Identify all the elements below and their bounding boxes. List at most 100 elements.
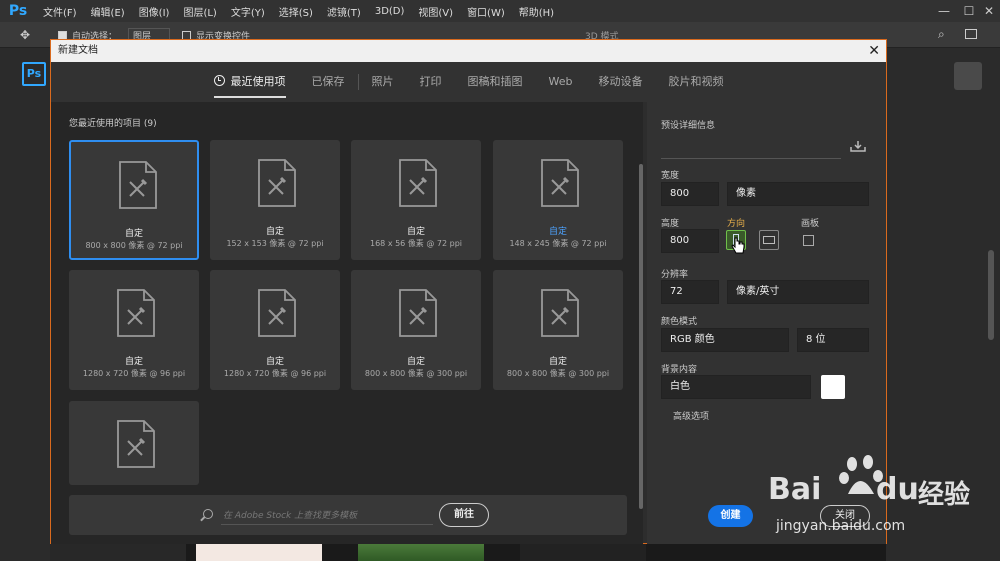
tools-panel — [0, 48, 50, 561]
watermark-cn: 经验 — [918, 480, 971, 510]
preset-name: 自定 — [265, 357, 284, 367]
document-icon — [119, 161, 157, 209]
tab-print[interactable]: 打印 — [407, 62, 455, 102]
home-button[interactable] — [954, 62, 982, 90]
document-icon — [117, 420, 155, 468]
new-document-dialog: 新建文档 ✕ 最近使用项 已保存 照片 打印 图稿和插图 Web 移动设备 胶片… — [50, 39, 887, 544]
tab-web[interactable]: Web — [536, 62, 586, 102]
preset-name: 自定 — [124, 229, 143, 239]
photoshop-logo: Ps — [8, 3, 28, 19]
save-preset-icon[interactable] — [850, 140, 866, 152]
background-color-swatch[interactable] — [821, 375, 845, 399]
menu-edit[interactable]: 编辑(E) — [84, 4, 132, 19]
menu-view[interactable]: 视图(V) — [411, 4, 460, 19]
menu-3d[interactable]: 3D(D) — [368, 6, 412, 17]
menu-bar: Ps 文件(F) 编辑(E) 图像(I) 图层(L) 文字(Y) 选择(S) 滤… — [0, 0, 1000, 22]
search-icon — [203, 509, 213, 519]
document-icon — [258, 289, 296, 337]
recent-preset-card[interactable]: 自定 152 x 153 像素 @ 72 ppi — [210, 140, 340, 260]
stock-search-bar: 在 Adobe Stock 上查找更多模板 前往 — [69, 495, 627, 535]
create-button[interactable]: 创建 — [708, 505, 753, 527]
width-unit-select[interactable]: 像素 — [727, 182, 869, 206]
preset-name: 自定 — [406, 357, 425, 367]
dialog-title: 新建文档 — [51, 40, 886, 62]
tab-film[interactable]: 胶片和视频 — [655, 62, 736, 102]
preset-size: 152 x 153 像素 @ 72 ppi — [226, 239, 324, 248]
preset-name: 自定 — [406, 227, 425, 237]
tab-photo[interactable]: 照片 — [359, 62, 407, 102]
menu-window[interactable]: 窗口(W) — [460, 4, 512, 19]
landscape-orientation-button[interactable] — [759, 230, 779, 250]
menu-help[interactable]: 帮助(H) — [512, 4, 561, 19]
search-tool-icon[interactable]: ⌕ — [938, 27, 945, 42]
height-input[interactable]: 800 — [661, 229, 719, 253]
preset-tabs: 最近使用项 已保存 照片 打印 图稿和插图 Web 移动设备 胶片和视频 — [51, 62, 886, 102]
resolution-unit-select[interactable]: 像素/英寸 — [727, 280, 869, 304]
preset-size: 800 x 800 像素 @ 72 ppi — [85, 241, 183, 250]
minimize-icon[interactable]: — — [930, 0, 958, 22]
panel-scrollbar[interactable] — [988, 250, 994, 340]
document-icon — [399, 159, 437, 207]
recent-preset-card[interactable]: 自定 148 x 245 像素 @ 72 ppi — [493, 140, 623, 260]
baidu-watermark: Bai du 经验 jingyan.baidu.com — [768, 452, 1000, 561]
width-label: 宽度 — [661, 171, 680, 181]
recent-preset-card[interactable]: 自定 800 x 800 像素 @ 72 ppi — [69, 140, 199, 260]
recent-preset-card[interactable] — [69, 401, 199, 485]
menu-layer[interactable]: 图层(L) — [176, 4, 223, 19]
thumbnail-2[interactable] — [358, 544, 484, 561]
dialog-close-icon[interactable]: ✕ — [868, 40, 880, 62]
menu-type[interactable]: 文字(Y) — [224, 4, 272, 19]
menu-file[interactable]: 文件(F) — [36, 4, 84, 19]
clock-icon — [213, 75, 225, 86]
preset-name: 自定 — [124, 357, 143, 367]
resolution-input[interactable]: 72 — [661, 280, 719, 304]
ps-home-icon[interactable]: Ps — [22, 62, 46, 86]
preset-name: 自定 — [265, 227, 284, 237]
color-mode-select[interactable]: RGB 颜色 — [661, 328, 789, 352]
menu-image[interactable]: 图像(I) — [132, 4, 177, 19]
go-button[interactable]: 前往 — [439, 503, 489, 527]
width-input[interactable]: 800 — [661, 182, 719, 206]
stock-search-input[interactable]: 在 Adobe Stock 上查找更多模板 — [223, 508, 423, 521]
artboard-label: 画板 — [801, 219, 820, 229]
menu-filter[interactable]: 滤镜(T) — [320, 4, 368, 19]
landscape-icon — [763, 236, 775, 244]
window-close-icon[interactable]: ✕ — [975, 0, 1000, 22]
recent-preset-card[interactable]: 自定 1280 x 720 像素 @ 96 ppi — [69, 270, 199, 390]
document-icon — [258, 159, 296, 207]
preset-size: 1280 x 720 像素 @ 96 ppi — [223, 369, 327, 378]
tab-recent[interactable]: 最近使用项 — [201, 62, 299, 102]
move-tool-icon[interactable]: ✥ — [20, 28, 30, 42]
preset-name: 自定 — [548, 357, 567, 367]
hand-cursor-icon — [731, 237, 745, 254]
tab-saved[interactable]: 已保存 — [299, 62, 358, 102]
recent-preset-card[interactable]: 自定 1280 x 720 像素 @ 96 ppi — [210, 270, 340, 390]
workspace-icon[interactable] — [965, 29, 977, 39]
background-label: 背景内容 — [661, 365, 698, 375]
recent-preset-card[interactable]: 自定 168 x 56 像素 @ 72 ppi — [351, 140, 481, 260]
tab-recent-label: 最近使用项 — [230, 75, 286, 88]
color-mode-label: 颜色模式 — [661, 317, 698, 327]
thumbnail-1[interactable] — [196, 544, 322, 561]
watermark-brand2: du — [876, 472, 919, 507]
recent-scrollbar[interactable] — [639, 164, 643, 509]
advanced-options-toggle[interactable]: 高级选项 — [673, 409, 709, 422]
search-underline — [221, 524, 433, 525]
preset-name: 自定 — [548, 227, 567, 237]
menu-select[interactable]: 选择(S) — [272, 4, 320, 19]
tab-art[interactable]: 图稿和插图 — [455, 62, 536, 102]
artboard-checkbox[interactable] — [803, 235, 814, 246]
bit-depth-select[interactable]: 8 位 — [797, 328, 869, 352]
thumbnail-3[interactable] — [520, 544, 646, 561]
preset-size: 148 x 245 像素 @ 72 ppi — [509, 239, 607, 248]
background-select[interactable]: 白色 — [661, 375, 811, 399]
preset-size: 800 x 800 像素 @ 300 ppi — [506, 369, 610, 378]
orientation-label: 方向 — [727, 219, 746, 229]
document-icon — [541, 289, 579, 337]
recent-preset-card[interactable]: 自定 800 x 800 像素 @ 300 ppi — [351, 270, 481, 390]
tab-mobile[interactable]: 移动设备 — [585, 62, 655, 102]
document-icon — [399, 289, 437, 337]
name-field-line[interactable] — [661, 158, 841, 159]
watermark-url: jingyan.baidu.com — [776, 518, 906, 534]
recent-preset-card[interactable]: 自定 800 x 800 像素 @ 300 ppi — [493, 270, 623, 390]
